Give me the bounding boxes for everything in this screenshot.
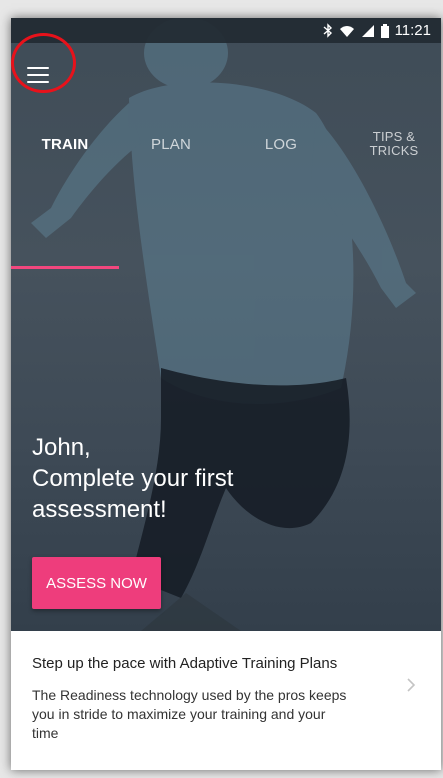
tab-tips-label-line2: TRICKS bbox=[369, 143, 419, 158]
hero-section: 11:21 TRAIN PLAN LOG TIPS & TRICKS John,… bbox=[11, 18, 441, 631]
tab-train[interactable]: TRAIN bbox=[11, 118, 119, 170]
tab-plan[interactable]: PLAN bbox=[131, 118, 211, 170]
battery-icon bbox=[380, 23, 389, 38]
tab-tips-and-tricks[interactable]: TIPS & TRICKS bbox=[353, 118, 435, 170]
assessment-prompt: John, Complete your first assessment! bbox=[32, 432, 233, 525]
tab-log[interactable]: LOG bbox=[241, 118, 321, 170]
signal-icon bbox=[361, 24, 374, 37]
greeting-name: John, bbox=[32, 434, 91, 461]
prompt-line-1: Complete your first bbox=[32, 465, 234, 492]
wifi-icon bbox=[339, 25, 354, 37]
tab-tips-label-line1: TIPS & bbox=[372, 129, 416, 144]
prompt-line-2: assessment! bbox=[32, 496, 167, 523]
phone-screen: 11:21 TRAIN PLAN LOG TIPS & TRICKS John,… bbox=[11, 18, 441, 770]
chevron-right-icon[interactable] bbox=[406, 677, 416, 693]
promo-description: The Readiness technology used by the pro… bbox=[32, 687, 347, 741]
tab-bar: TRAIN PLAN LOG TIPS & TRICKS bbox=[11, 118, 441, 269]
selected-tab-indicator bbox=[11, 266, 119, 269]
status-bar: 11:21 bbox=[11, 18, 441, 43]
app-bar bbox=[11, 43, 441, 101]
hamburger-menu-icon[interactable] bbox=[27, 67, 49, 83]
status-time: 11:21 bbox=[394, 22, 431, 39]
assess-now-button[interactable]: ASSESS NOW bbox=[32, 557, 161, 609]
promo-title: Step up the pace with Adaptive Training … bbox=[32, 655, 338, 672]
bluetooth-icon bbox=[323, 23, 332, 38]
adaptive-plans-card[interactable]: Step up the pace with Adaptive Training … bbox=[11, 631, 441, 770]
runner-photo bbox=[31, 18, 416, 631]
